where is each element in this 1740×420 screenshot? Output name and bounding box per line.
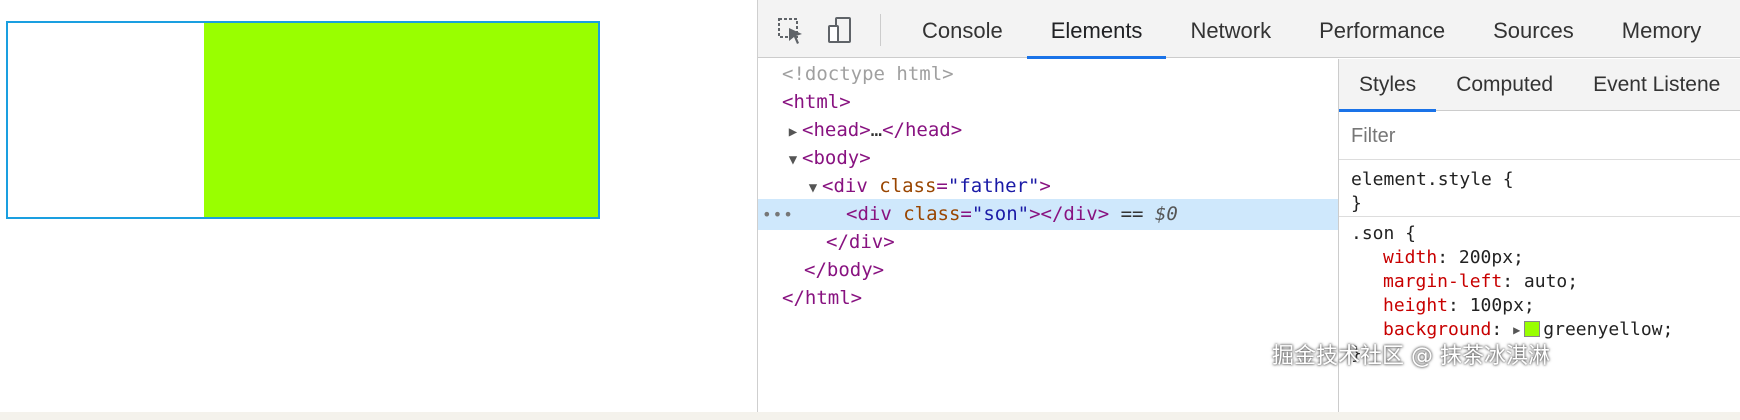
tab-memory[interactable]: Memory	[1598, 0, 1725, 58]
son-attr-value: "son"	[971, 203, 1030, 225]
dom-node-body-close[interactable]: </body>	[758, 255, 1338, 286]
element-style-rule: element.style { }	[1339, 167, 1740, 217]
styles-filter-input[interactable]	[1351, 120, 1731, 152]
page-preview	[0, 0, 757, 420]
dom-node-father-div[interactable]: ▼ <div class="father">	[758, 171, 1338, 202]
son-div-render	[204, 23, 598, 217]
devtools-toolbar: Console Elements Network Performance Sou…	[758, 0, 1740, 59]
dom-node-son-div[interactable]: ••• <div class="son"></div> == $0	[758, 199, 1338, 230]
tab-computed[interactable]: Computed	[1436, 59, 1573, 111]
element-style-selector[interactable]: element.style {	[1351, 167, 1514, 193]
father-open-bracket: >	[1039, 175, 1051, 197]
css-property-width[interactable]: width: 200px;	[1383, 245, 1524, 271]
devtools-tabs: Console Elements Network Performance Sou…	[898, 0, 1725, 59]
element-style-close: }	[1351, 193, 1362, 214]
dom-node-div-close[interactable]: </div>	[758, 227, 1338, 258]
watermark-text: 掘金技术社区 @ 抹茶冰淇淋	[1272, 344, 1550, 369]
body-close-tag: </body>	[804, 259, 885, 281]
son-css-rule: .son { width: 200px; margin-left: auto; …	[1339, 221, 1740, 411]
tab-sources[interactable]: Sources	[1469, 0, 1598, 58]
selected-ref: $0	[1154, 203, 1178, 225]
bottom-strip	[0, 412, 1740, 420]
head-collapsed-ellipsis[interactable]: …	[871, 119, 882, 141]
inspect-element-icon[interactable]	[776, 16, 806, 46]
div-close-tag: </div>	[826, 231, 895, 253]
color-swatch[interactable]	[1524, 321, 1541, 337]
html-open-tag: <html>	[782, 91, 851, 113]
head-close-tag: </head>	[882, 119, 963, 141]
prop-name[interactable]: margin-left	[1383, 271, 1502, 292]
son-selector[interactable]: .son {	[1351, 221, 1416, 247]
dom-node-body[interactable]: ▼ <body>	[758, 143, 1338, 174]
dom-node-html[interactable]: <html>	[758, 87, 1338, 118]
tab-performance[interactable]: Performance	[1295, 0, 1469, 58]
dom-node-doctype[interactable]: <!doctype html>	[758, 59, 1338, 90]
styles-sub-tabs: Styles Computed Event Listene	[1339, 59, 1740, 112]
father-attr-value: "father"	[947, 175, 1040, 197]
prop-value[interactable]: 100px;	[1470, 295, 1535, 316]
father-div-render	[6, 21, 600, 219]
dom-node-html-close[interactable]: </html>	[758, 283, 1338, 314]
devtools-panel: Console Elements Network Performance Sou…	[757, 0, 1740, 412]
dom-node-head[interactable]: ▶ <head>…</head>	[758, 115, 1338, 146]
head-open-tag: <head>	[802, 119, 871, 141]
prop-name[interactable]: width	[1383, 247, 1437, 268]
body-open-tag: <body>	[802, 147, 871, 169]
son-close-tag: ></div>	[1029, 203, 1110, 225]
html-close-tag: </html>	[782, 287, 863, 309]
son-attr-name: class	[903, 203, 961, 225]
tab-event-listeners[interactable]: Event Listene	[1573, 59, 1740, 111]
tab-styles[interactable]: Styles	[1339, 59, 1437, 112]
prop-name[interactable]: height	[1383, 295, 1448, 316]
tab-elements[interactable]: Elements	[1026, 0, 1167, 59]
css-property-margin-left[interactable]: margin-left: auto;	[1383, 269, 1578, 295]
father-attr-name: class	[879, 175, 937, 197]
prop-value[interactable]: auto;	[1524, 271, 1578, 292]
more-actions-icon[interactable]: •••	[762, 199, 794, 230]
prop-name[interactable]: background	[1383, 319, 1491, 340]
prop-value[interactable]: greenyellow;	[1543, 319, 1673, 340]
father-open-tag: <div	[822, 175, 868, 197]
son-open-tag: <div	[846, 203, 892, 225]
elements-dom-tree: <!doctype html> <html> ▶ <head>…</head> ▼…	[758, 59, 1338, 412]
prop-value[interactable]: 200px;	[1459, 247, 1524, 268]
doctype-text: <!doctype html>	[782, 63, 954, 85]
selected-eq: ==	[1120, 203, 1144, 225]
tab-network[interactable]: Network	[1166, 0, 1295, 58]
filter-bar	[1339, 112, 1740, 160]
tab-console[interactable]: Console	[898, 0, 1027, 58]
device-toolbar-icon[interactable]	[826, 16, 856, 46]
css-property-height[interactable]: height: 100px;	[1383, 293, 1535, 319]
toolbar-divider	[880, 14, 881, 46]
